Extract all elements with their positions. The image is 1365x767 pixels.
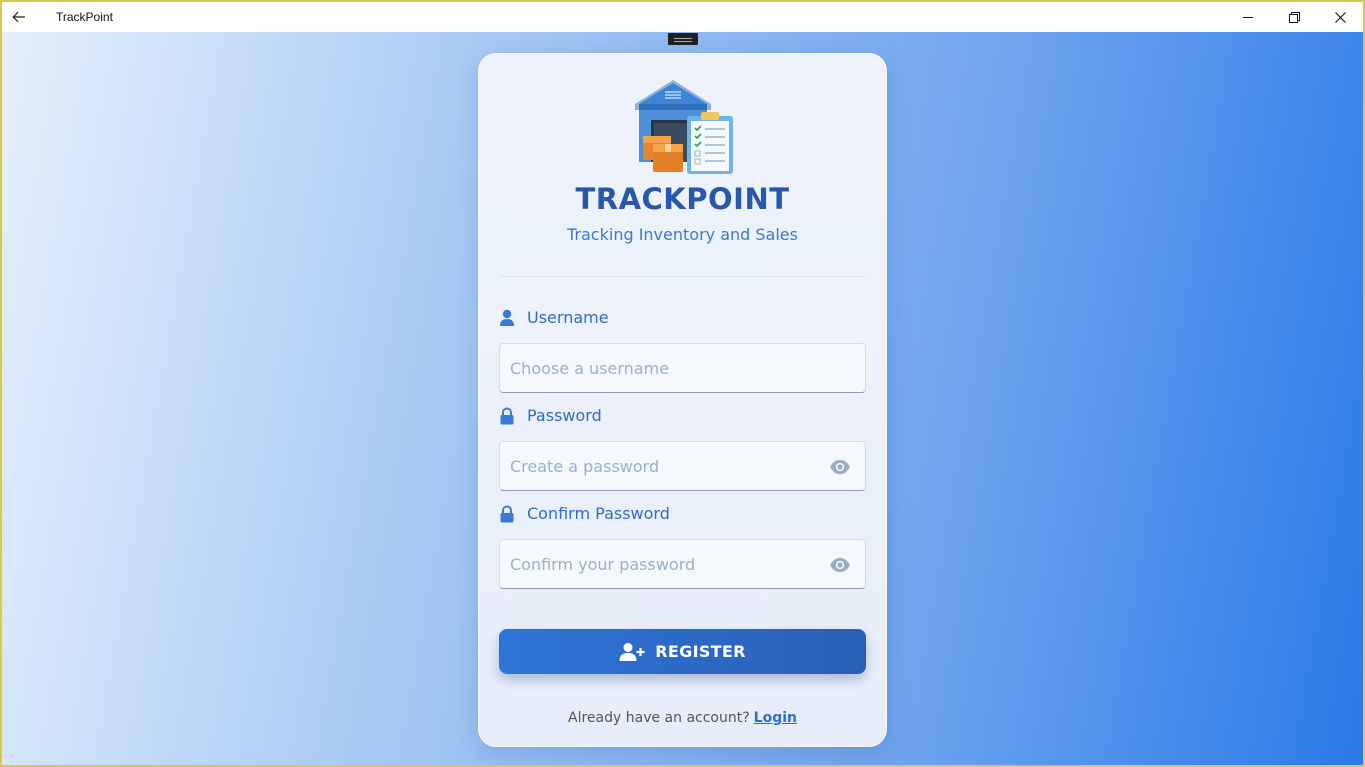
brand-name: TRACKPOINT — [575, 182, 790, 216]
eye-icon[interactable] — [829, 458, 851, 476]
password-input[interactable] — [510, 456, 810, 476]
app-window: TrackPoint TRACKPOINT Tracking Inventory… — [2, 2, 1363, 765]
restore-button[interactable] — [1271, 2, 1317, 32]
register-card: TRACKPOINT Tracking Inventory and Sales … — [478, 53, 887, 747]
minimize-button[interactable] — [1225, 2, 1271, 32]
password-field[interactable] — [499, 441, 866, 491]
drag-handle[interactable] — [668, 33, 698, 45]
register-button-label: REGISTER — [655, 642, 746, 661]
main-content: TRACKPOINT Tracking Inventory and Sales … — [2, 32, 1363, 765]
add-user-icon — [619, 642, 645, 661]
window-title: TrackPoint — [56, 10, 113, 24]
minimize-icon — [1243, 17, 1253, 18]
password-label: Password — [499, 406, 602, 425]
title-bar: TrackPoint — [2, 2, 1363, 32]
confirm-password-field[interactable] — [499, 539, 866, 589]
login-prompt-text: Already have an account? — [568, 710, 750, 726]
caption-buttons — [1225, 2, 1363, 32]
login-link[interactable]: Login — [754, 710, 797, 726]
login-prompt: Already have an account? Login — [479, 710, 886, 726]
user-icon — [499, 309, 515, 327]
divider — [499, 276, 866, 277]
confirm-password-label-text: Confirm Password — [527, 504, 670, 523]
register-button[interactable]: REGISTER — [499, 629, 866, 674]
confirm-password-label: Confirm Password — [499, 504, 670, 523]
lock-icon — [499, 504, 515, 523]
back-button[interactable] — [2, 2, 36, 32]
restore-icon — [1288, 11, 1300, 23]
back-arrow-icon — [12, 11, 25, 23]
brand-tagline: Tracking Inventory and Sales — [567, 225, 798, 244]
username-field[interactable] — [499, 343, 866, 393]
username-label: Username — [499, 308, 609, 327]
password-label-text: Password — [527, 406, 602, 425]
close-button[interactable] — [1317, 2, 1363, 32]
username-input[interactable] — [510, 358, 810, 378]
lock-icon — [499, 406, 515, 425]
close-icon — [1334, 11, 1346, 23]
warehouse-logo-icon — [635, 80, 733, 174]
confirm-password-input[interactable] — [510, 554, 810, 574]
eye-icon[interactable] — [829, 556, 851, 574]
username-label-text: Username — [527, 308, 609, 327]
